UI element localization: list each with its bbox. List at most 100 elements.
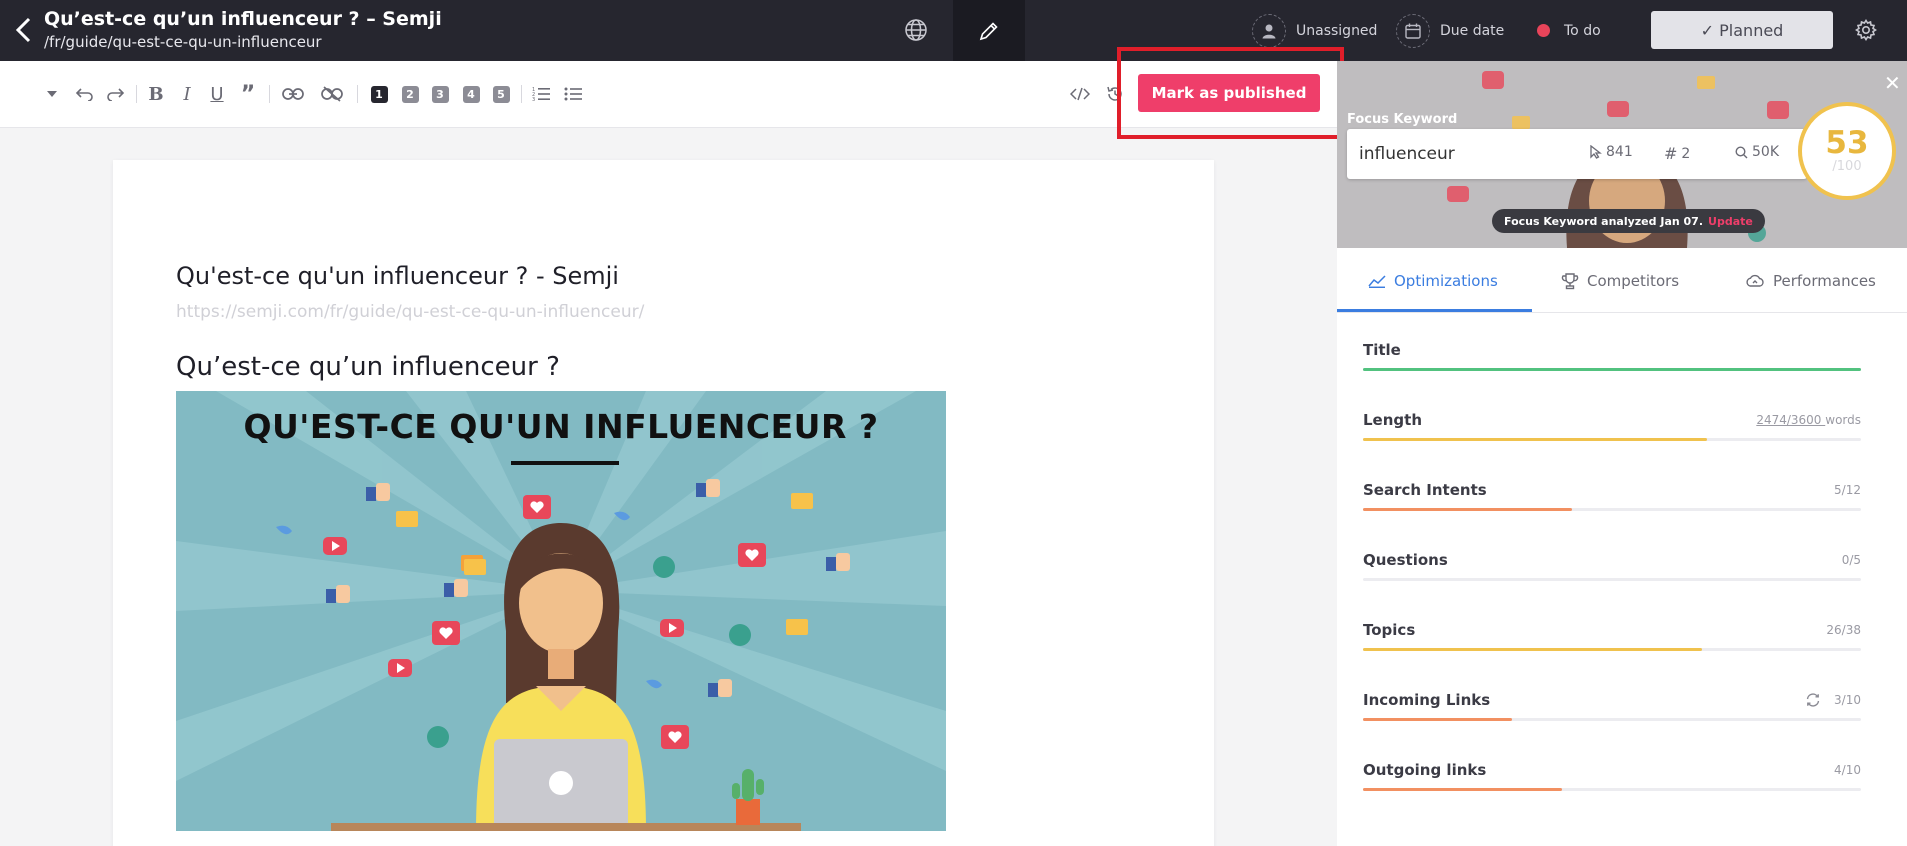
heading-3-icon: 3 [431, 85, 449, 103]
top-bar: Qu’est-ce qu’un influenceur ? – Semji /f… [0, 0, 1907, 61]
heading-4-button[interactable]: 4 [461, 81, 481, 107]
italic-icon: I [183, 83, 191, 105]
document-canvas[interactable]: Qu'est-ce qu'un influenceur ? - Semji ht… [113, 160, 1214, 846]
metric-search-intents[interactable]: Search Intents 5/12 [1363, 481, 1861, 521]
rank-stat: # 2 [1664, 144, 1690, 163]
metric-label: Incoming Links [1363, 691, 1491, 709]
status-dot [1537, 24, 1550, 37]
tab-competitors[interactable]: Competitors [1561, 248, 1679, 313]
metric-value: 3/10 [1834, 693, 1861, 707]
heading-5-icon: 5 [492, 85, 510, 103]
toolbar-divider [357, 85, 358, 103]
volume-stat: 50K [1735, 144, 1779, 160]
hero-image[interactable]: QU'EST-CE QU'UN INFLUENCEUR ? [176, 391, 946, 831]
metric-value: 0/5 [1841, 553, 1861, 567]
metric-value: 26/38 [1826, 623, 1861, 637]
toolbar-divider [136, 85, 137, 103]
planned-button[interactable]: ✓ Planned [1651, 11, 1833, 49]
metric-fill [1363, 788, 1563, 791]
clicks-stat: 841 [1590, 144, 1633, 160]
metric-incoming-links[interactable]: Incoming Links 3/10 [1363, 691, 1861, 731]
bold-icon: B [148, 83, 164, 105]
metric-value: 4/10 [1834, 763, 1861, 777]
quote-button[interactable]: ” [237, 81, 259, 107]
redo-button[interactable] [104, 81, 126, 107]
link-button[interactable] [281, 81, 305, 107]
heading-3-button[interactable]: 3 [430, 81, 450, 107]
focus-keyword-box: 841 # 2 50K [1347, 129, 1807, 179]
heading-1-icon: 1 [370, 85, 388, 103]
update-link[interactable]: Update [1708, 215, 1753, 228]
undo-button[interactable] [74, 81, 96, 107]
refresh-icon[interactable] [1805, 692, 1821, 711]
tab-optimizations[interactable]: Optimizations [1368, 248, 1498, 313]
status-selector[interactable]: To do [1537, 0, 1601, 61]
panel-tabs: Optimizations Competitors Performances [1337, 248, 1907, 313]
due-date-selector[interactable]: Due date [1396, 0, 1504, 61]
active-tab-indicator [1337, 309, 1532, 312]
chevron-left-icon [15, 17, 31, 43]
analysis-text: Focus Keyword analyzed Jan 07. [1504, 214, 1704, 228]
metric-title[interactable]: Title [1363, 341, 1861, 381]
close-icon[interactable]: ✕ [1884, 71, 1901, 95]
unlink-button[interactable] [320, 81, 344, 107]
code-icon [1070, 87, 1090, 101]
focus-keyword-input[interactable] [1359, 141, 1559, 167]
hero-title: QU'EST-CE QU'UN INFLUENCEUR ? [243, 407, 879, 446]
focus-keyword-label: Focus Keyword [1347, 112, 1458, 127]
tab-performances[interactable]: Performances [1745, 248, 1876, 313]
editor-area: Qu'est-ce qu'un influenceur ? - Semji ht… [0, 128, 1337, 846]
metric-track [1363, 788, 1861, 791]
trend-line-icon [1368, 274, 1386, 288]
heading-5-button[interactable]: 5 [491, 81, 511, 107]
bullet-list-button[interactable] [562, 81, 584, 107]
code-view-button[interactable] [1069, 81, 1091, 107]
gear-icon [1855, 19, 1877, 41]
italic-button[interactable]: I [177, 81, 197, 107]
back-button[interactable] [8, 12, 38, 48]
assignee-selector[interactable]: Unassigned [1252, 0, 1377, 61]
undo-icon [75, 88, 93, 101]
mark-as-published-button[interactable]: Mark as published [1138, 74, 1320, 112]
metric-topics[interactable]: Topics 26/38 [1363, 621, 1861, 661]
metric-outgoing-links[interactable]: Outgoing links 4/10 [1363, 761, 1861, 801]
metric-label: Search Intents [1363, 481, 1487, 499]
format-dropdown[interactable] [44, 81, 60, 107]
metric-label: Questions [1363, 551, 1448, 569]
metric-label: Topics [1363, 621, 1416, 639]
globe-button[interactable] [896, 12, 936, 48]
seo-title[interactable]: Qu'est-ce qu'un influenceur ? - Semji [176, 262, 619, 290]
document-title: Qu’est-ce qu’un influenceur ? – Semji [44, 8, 442, 30]
metric-fill [1363, 648, 1702, 651]
search-icon [1735, 145, 1748, 158]
history-button[interactable] [1104, 81, 1126, 107]
underline-icon: U [210, 83, 224, 105]
metric-value: 2474/3600 words [1756, 413, 1861, 427]
illustration-background [176, 391, 946, 831]
volume-value: 50K [1752, 144, 1779, 160]
content-heading[interactable]: Qu’est-ce qu’un influenceur ? [176, 352, 560, 382]
ordered-list-button[interactable]: 123 [530, 81, 552, 107]
bold-button[interactable]: B [146, 81, 166, 107]
score-value: 53 [1825, 125, 1869, 161]
heading-2-button[interactable]: 2 [400, 81, 420, 107]
settings-button[interactable] [1850, 14, 1882, 46]
metric-length[interactable]: Length 2474/3600 words [1363, 411, 1861, 451]
metric-track [1363, 438, 1861, 441]
edit-mode-button[interactable] [953, 0, 1025, 61]
unlink-icon [321, 86, 343, 102]
toolbar-divider [269, 85, 270, 103]
seo-panel: ✕ Focus Keyword 841 # 2 50K 53 /100 Focu… [1337, 61, 1907, 846]
heading-4-icon: 4 [462, 85, 480, 103]
document-path: /fr/guide/qu-est-ce-qu-un-influenceur [44, 33, 322, 51]
heading-1-button[interactable]: 1 [369, 81, 389, 107]
metric-track [1363, 578, 1861, 581]
tab-optimizations-label: Optimizations [1394, 271, 1498, 290]
assignee-label: Unassigned [1296, 22, 1378, 39]
underline-button[interactable]: U [207, 81, 227, 107]
history-icon [1107, 86, 1122, 101]
metric-questions[interactable]: Questions 0/5 [1363, 551, 1861, 591]
caret-down-icon [47, 91, 57, 97]
svg-text:3: 3 [532, 97, 535, 102]
toolbar-divider [521, 85, 522, 103]
